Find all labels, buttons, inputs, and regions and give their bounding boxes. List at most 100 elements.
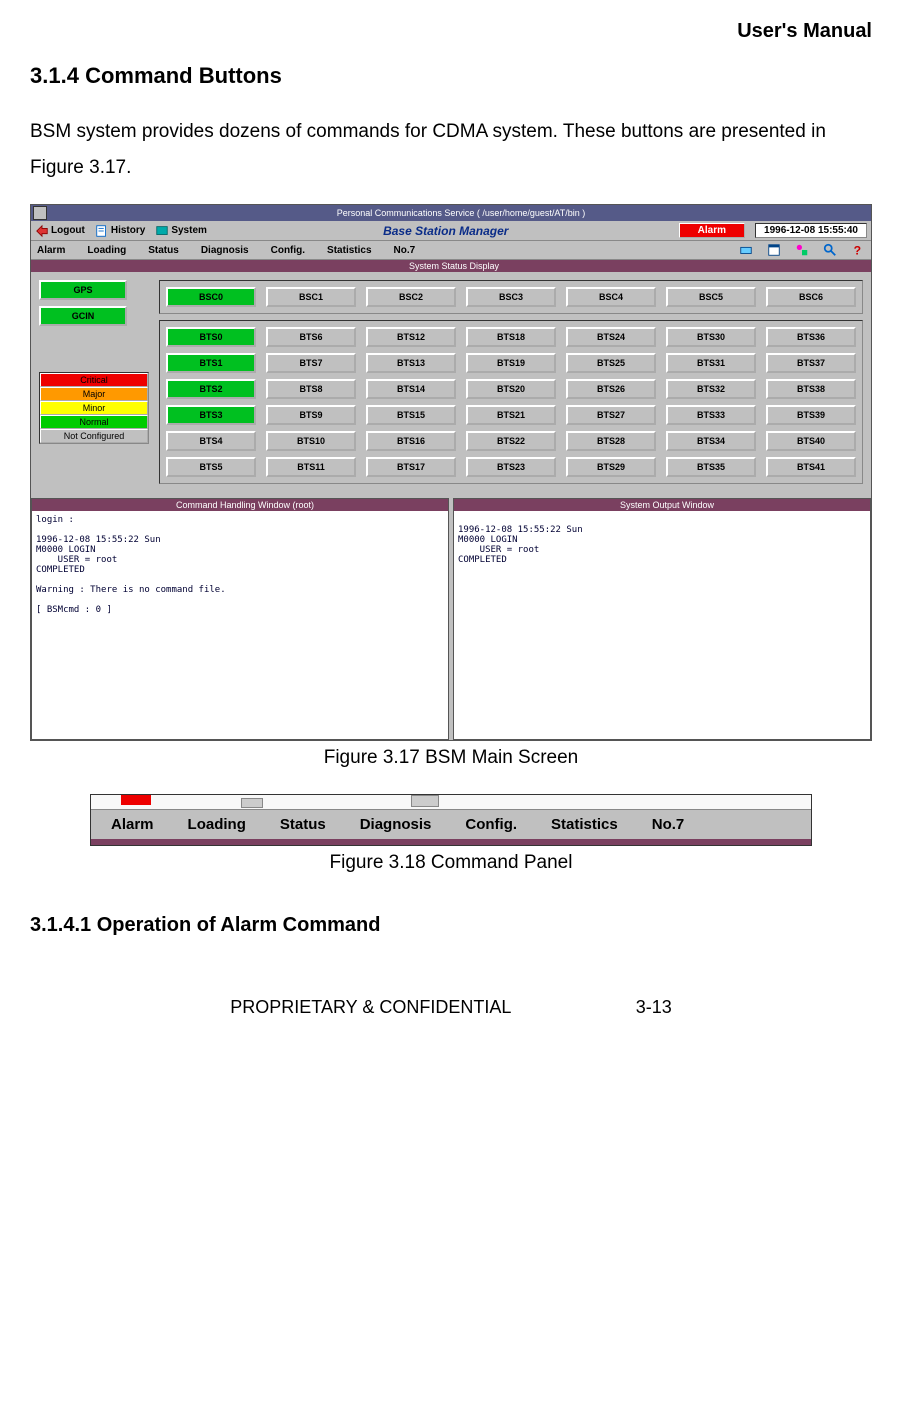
out-window-title: System Output Window (465, 500, 869, 510)
bts-button[interactable]: BTS18 (466, 327, 556, 347)
bts-button[interactable]: BTS30 (666, 327, 756, 347)
status-title-text: System Status Display (38, 261, 870, 271)
menu-no7[interactable]: No.7 (394, 245, 416, 256)
bts-button[interactable]: BTS9 (266, 405, 356, 425)
menu-diagnosis[interactable]: Diagnosis (201, 245, 249, 256)
bsc-button[interactable]: BSC3 (466, 287, 556, 307)
bts-button[interactable]: BTS19 (466, 353, 556, 373)
bts-button[interactable]: BTS8 (266, 379, 356, 399)
bsc-button[interactable]: BSC6 (766, 287, 856, 307)
window-icon[interactable] (767, 243, 781, 257)
cmd-status[interactable]: Status (280, 816, 326, 833)
bts-button[interactable]: BTS34 (666, 431, 756, 451)
alarm-badge[interactable]: Alarm (679, 223, 745, 238)
bts-button[interactable]: BTS32 (666, 379, 756, 399)
bts-button[interactable]: BTS1 (166, 353, 256, 373)
bts-button[interactable]: BTS11 (266, 457, 356, 477)
body-paragraph: BSM system provides dozens of commands f… (30, 114, 872, 186)
bts-button[interactable]: BTS33 (666, 405, 756, 425)
cmd-sysmenu-icon[interactable] (33, 500, 43, 510)
bts-button[interactable]: BTS3 (166, 405, 256, 425)
right-column: BSC0BSC1BSC2BSC3BSC4BSC5BSC6 BTS0BTS6BTS… (159, 280, 863, 490)
menu-loading[interactable]: Loading (87, 245, 126, 256)
bts-button[interactable]: BTS36 (766, 327, 856, 347)
menu-config[interactable]: Config. (271, 245, 305, 256)
cmd-config[interactable]: Config. (465, 816, 517, 833)
bts-button[interactable]: BTS2 (166, 379, 256, 399)
bts-button[interactable]: BTS28 (566, 431, 656, 451)
bts-button[interactable]: BTS7 (266, 353, 356, 373)
print-icon[interactable] (739, 243, 753, 257)
bts-button[interactable]: BTS4 (166, 431, 256, 451)
help-icon[interactable]: ? (851, 243, 865, 257)
legend-major: Major (40, 387, 148, 401)
bts-button[interactable]: BTS25 (566, 353, 656, 373)
bts-button[interactable]: BTS24 (566, 327, 656, 347)
bts-grid: BTS0 BTS6 BTS12 BTS18 BTS24 BTS30 BTS36 BTS1 BTS… (159, 320, 863, 484)
bts-button[interactable]: BTS22 (466, 431, 556, 451)
bts-button[interactable]: BTS29 (566, 457, 656, 477)
cmd-no7[interactable]: No.7 (652, 816, 685, 833)
command-panel-figure: Alarm Loading Status Diagnosis Config. S… (90, 794, 812, 846)
bts-button[interactable]: BTS0 (166, 327, 256, 347)
figure2-caption: Figure 3.18 Command Panel (30, 852, 872, 874)
bsc-button[interactable]: BSC5 (666, 287, 756, 307)
bsm-title: Base Station Manager (217, 224, 675, 238)
menu-status[interactable]: Status (148, 245, 179, 256)
bts-button[interactable]: BTS26 (566, 379, 656, 399)
bts-button[interactable]: BTS31 (666, 353, 756, 373)
bts-button[interactable]: BTS12 (366, 327, 456, 347)
cmd-window-body[interactable]: login : 1996-12-08 15:55:22 Sun M0000 LO… (32, 511, 448, 739)
bts-button[interactable]: BTS15 (366, 405, 456, 425)
bts-button[interactable]: BTS39 (766, 405, 856, 425)
bsc-button[interactable]: BSC0 (166, 287, 256, 307)
cmd-grey-fragment (241, 798, 263, 808)
bts-button[interactable]: BTS23 (466, 457, 556, 477)
severity-legend: Critical Major Minor Normal Not Configur… (39, 372, 149, 444)
window-titlebar: Personal Communications Service ( /user/… (31, 205, 871, 221)
bsc-button[interactable]: BSC1 (266, 287, 356, 307)
bts-button[interactable]: BTS41 (766, 457, 856, 477)
system-icon (155, 224, 169, 238)
bts-button[interactable]: BTS13 (366, 353, 456, 373)
bts-button[interactable]: BTS17 (366, 457, 456, 477)
bts-button[interactable]: BTS20 (466, 379, 556, 399)
out-sysmenu-icon[interactable] (455, 500, 465, 510)
system-menu-icon[interactable] (33, 206, 47, 220)
page-footer: PROPRIETARY & CONFIDENTIAL 3-13 (30, 997, 872, 1018)
output-window: System Output Window 1996-12-08 15:55:22… (453, 498, 871, 740)
bts-button[interactable]: BTS40 (766, 431, 856, 451)
menu-alarm[interactable]: Alarm (37, 245, 65, 256)
page-header: User's Manual (30, 20, 872, 43)
bts-button[interactable]: BTS27 (566, 405, 656, 425)
cmd-alarm[interactable]: Alarm (111, 816, 154, 833)
bsc-button[interactable]: BSC4 (566, 287, 656, 307)
search-icon[interactable] (823, 243, 837, 257)
out-window-body: 1996-12-08 15:55:22 Sun M0000 LOGIN USER… (454, 511, 870, 739)
menu-statistics[interactable]: Statistics (327, 245, 371, 256)
history-label: History (111, 225, 145, 236)
bsc-button[interactable]: BSC2 (366, 287, 456, 307)
cmd-loading[interactable]: Loading (188, 816, 246, 833)
bts-button[interactable]: BTS35 (666, 457, 756, 477)
bts-button[interactable]: BTS37 (766, 353, 856, 373)
logout-button[interactable]: Logout (35, 224, 85, 238)
bts-button[interactable]: BTS5 (166, 457, 256, 477)
figure1-caption: Figure 3.17 BSM Main Screen (30, 747, 872, 769)
history-button[interactable]: History (95, 224, 145, 238)
cmd-statistics[interactable]: Statistics (551, 816, 618, 833)
gcin-button[interactable]: GCIN (39, 306, 127, 326)
system-button[interactable]: System (155, 224, 207, 238)
system-label: System (171, 225, 207, 236)
tools-icon[interactable] (795, 243, 809, 257)
bts-button[interactable]: BTS16 (366, 431, 456, 451)
bts-button[interactable]: BTS14 (366, 379, 456, 399)
bts-button[interactable]: BTS10 (266, 431, 356, 451)
cmd-diagnosis[interactable]: Diagnosis (360, 816, 432, 833)
left-column: GPS GCIN Critical Major Minor Normal Not… (39, 280, 149, 490)
bts-button[interactable]: BTS38 (766, 379, 856, 399)
bts-button[interactable]: BTS21 (466, 405, 556, 425)
gps-button[interactable]: GPS (39, 280, 127, 300)
bts-button[interactable]: BTS6 (266, 327, 356, 347)
history-icon (95, 224, 109, 238)
